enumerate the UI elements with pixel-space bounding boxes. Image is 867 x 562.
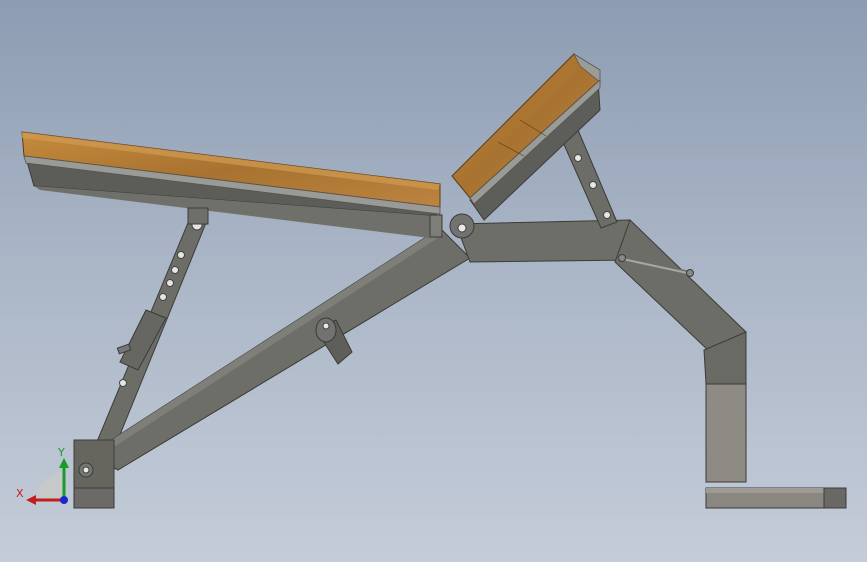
y-axis-label: Y [57, 446, 65, 459]
y-axis-arrowhead [59, 458, 69, 468]
seat-pad [21, 131, 443, 238]
hinge-joint [449, 213, 475, 239]
seat-bracket [187, 207, 209, 225]
triad-plane [36, 472, 64, 500]
front-frame [455, 219, 747, 483]
backrest-support-strut [561, 129, 618, 229]
z-axis-dot [60, 496, 68, 504]
orientation-triad: Y X [16, 446, 69, 505]
bench-model[interactable]: Y X [0, 0, 867, 562]
front-foot-bar [705, 487, 847, 509]
graphics-viewport[interactable]: Y X [0, 0, 867, 562]
rear-base-block [73, 439, 115, 509]
x-axis-label: X [16, 487, 24, 500]
x-axis-arrowhead [26, 495, 36, 505]
